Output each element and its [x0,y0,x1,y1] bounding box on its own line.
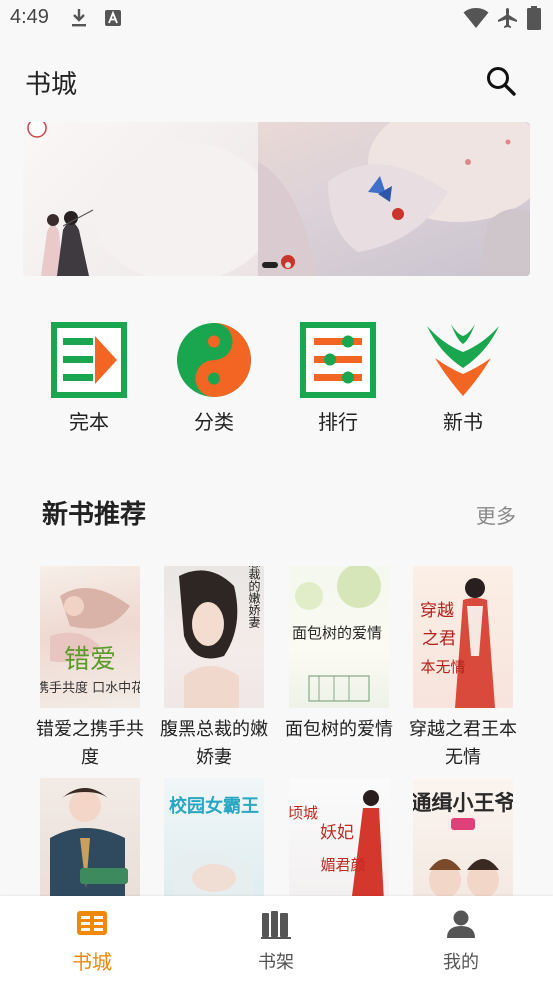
svg-text:携手共度 口水中花: 携手共度 口水中花 [40,680,140,696]
bookshelf-icon [261,911,291,939]
book-grid: 错爱 携手共度 口水中花 错爱之携手共度 腹黑总裁的嫩娇妻 腹黑总裁的嫩娇妻 面… [0,566,553,896]
page-title: 书城 [25,70,78,100]
book-cover [40,778,140,896]
section-header: 新书推荐 更多 [0,490,553,534]
svg-text:之君: 之君 [422,629,456,649]
book-title: 穿越之君王本无情 [409,719,517,768]
carousel-indicator [285,262,291,268]
font-app-icon [105,10,121,26]
nav-label: 我的 [443,952,479,973]
nav-label: 书架 [258,952,294,973]
app-bar: 书城 [0,56,553,106]
battery-icon [527,6,541,30]
category-finished[interactable]: 完本 [39,322,139,437]
book-title: 腹黑总裁的嫩娇妻 [160,719,268,768]
banner-illustration-right [258,122,530,276]
category-grid: 完本 分类 排行 新书 [0,322,553,442]
category-new[interactable]: 新书 [413,322,513,437]
svg-text:通缉小王爷: 通缉小王爷 [413,790,513,815]
airplane-mode-icon [498,8,517,28]
book-cover: 腹黑总裁的嫩娇妻 [164,566,264,708]
carousel-indicator-active [262,262,278,268]
category-label: 分类 [194,410,234,434]
svg-text:错爱: 错爱 [64,645,116,675]
book-cover: 顷城 妖妃 媚君颜 [289,778,389,896]
svg-text:面包树的爱情: 面包树的爱情 [292,624,382,642]
svg-text:媚君颜: 媚君颜 [320,856,365,874]
book-cover: 错爱 携手共度 口水中花 [40,566,140,708]
svg-text:穿越: 穿越 [420,601,454,621]
nav-profile[interactable]: 我的 [401,896,521,983]
category-label: 排行 [318,410,358,434]
status-time: 4:49 [10,6,49,28]
svg-text:妖妃: 妖妃 [320,823,354,843]
banner-illustration-left [27,122,273,276]
download-icon [72,9,86,27]
category-label: 新书 [443,410,483,434]
nav-bookstore[interactable]: 书城 [32,896,152,983]
svg-text:本无情: 本无情 [420,658,465,676]
book-cover: 穿越 之君 本无情 [413,566,513,708]
category-ranking[interactable]: 排行 [288,322,388,437]
book-cover: 通缉小王爷 [413,778,513,896]
banner-carousel[interactable] [23,122,530,276]
category-label: 完本 [69,410,109,434]
ranking-list-icon [300,322,376,398]
svg-text:腹黑总裁的嫩娇妻: 腹黑总裁的嫩娇妻 [247,566,261,629]
nav-label: 书城 [72,950,112,974]
finished-book-icon [51,322,127,398]
book-title: 错爱之携手共度 [36,719,144,768]
nav-bookshelf[interactable]: 书架 [216,896,336,983]
search-icon[interactable] [484,64,518,98]
wifi-icon [463,8,489,28]
svg-text:校园女霸王: 校园女霸王 [169,795,259,817]
section-title: 新书推荐 [42,500,147,530]
bookstore-icon [77,911,107,935]
banner-slide-image-2[interactable] [258,122,530,276]
banner-slide-image[interactable] [23,122,273,276]
status-bar: 4:49 [0,0,553,38]
yin-yang-category-icon [177,323,251,397]
book-cover: 面包树的爱情 [289,566,389,708]
profile-icon [447,910,475,938]
bottom-navigation: 书城 书架 我的 [0,896,553,983]
book-title: 面包树的爱情 [285,719,393,740]
book-cover: 校园女霸王 [164,778,264,896]
more-link[interactable]: 更多 [476,500,516,529]
category-classify[interactable]: 分类 [164,322,264,437]
new-book-leaf-icon [427,324,499,396]
svg-text:顷城: 顷城 [289,804,318,822]
